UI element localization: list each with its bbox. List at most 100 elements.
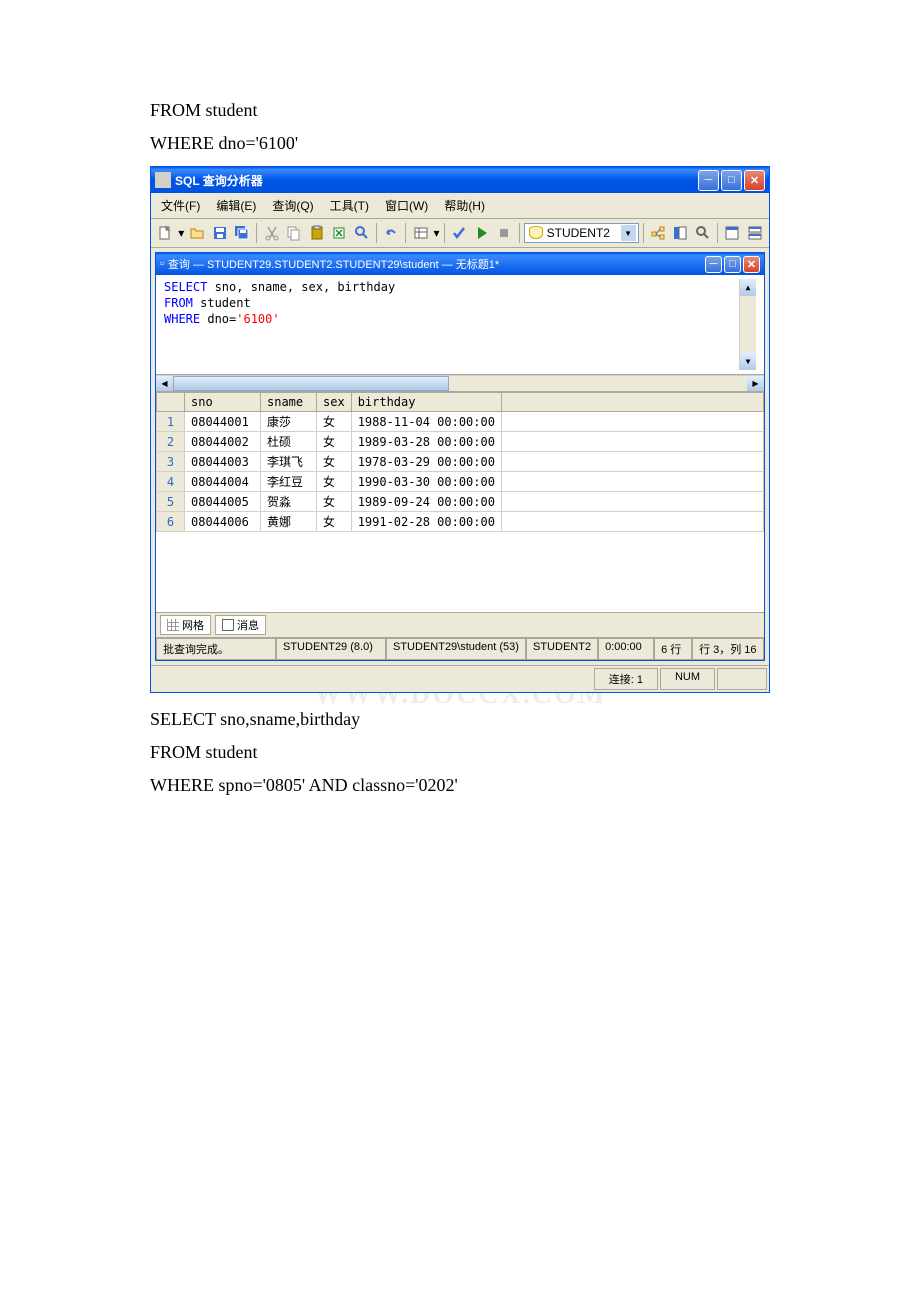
col-header-sname[interactable]: sname — [261, 393, 317, 412]
show-results-button[interactable] — [745, 222, 766, 244]
menu-file[interactable]: 文件(F) — [155, 195, 206, 216]
estimated-plan-button[interactable] — [648, 222, 669, 244]
toolbar: ▾ ▾ STUDENT2 ▼ — [151, 219, 769, 248]
parse-button[interactable] — [449, 222, 470, 244]
menu-help[interactable]: 帮助(H) — [438, 195, 491, 216]
execute-mode-dropdown[interactable]: ▾ — [433, 222, 440, 244]
cell-spacer — [501, 512, 763, 532]
cell-sno[interactable]: 08044002 — [185, 432, 261, 452]
scroll-up-button[interactable]: ▲ — [740, 279, 756, 296]
col-header-birthday[interactable]: birthday — [351, 393, 501, 412]
cell-sno[interactable]: 08044003 — [185, 452, 261, 472]
cell-sno[interactable]: 08044005 — [185, 492, 261, 512]
table-row[interactable]: 308044003李琪飞女1978-03-29 00:00:00 — [157, 452, 764, 472]
scroll-right-button[interactable]: ▶ — [747, 376, 764, 391]
row-number: 3 — [157, 452, 185, 472]
cell-sex[interactable]: 女 — [317, 412, 352, 432]
tab-messages[interactable]: 消息 — [215, 615, 266, 635]
cell-birthday[interactable]: 1978-03-29 00:00:00 — [351, 452, 501, 472]
cell-sname[interactable]: 李红豆 — [261, 472, 317, 492]
copy-button[interactable] — [284, 222, 305, 244]
status-numlock: NUM — [660, 668, 715, 690]
status-server: STUDENT29 (8.0) — [276, 638, 386, 660]
hscroll-thumb[interactable] — [173, 376, 449, 391]
cell-sex[interactable]: 女 — [317, 472, 352, 492]
stop-button[interactable] — [494, 222, 515, 244]
cell-sex[interactable]: 女 — [317, 492, 352, 512]
cell-sex[interactable]: 女 — [317, 432, 352, 452]
table-row[interactable]: 508044005贺淼女1989-09-24 00:00:00 — [157, 492, 764, 512]
cell-sname[interactable]: 康莎 — [261, 412, 317, 432]
new-query-dropdown[interactable]: ▾ — [178, 222, 185, 244]
save-button[interactable] — [209, 222, 230, 244]
database-selector[interactable]: STUDENT2 ▼ — [524, 223, 639, 243]
messages-icon — [222, 619, 234, 631]
status-user: STUDENT29\student (53) — [386, 638, 526, 660]
main-statusbar: 连接: 1 NUM — [151, 665, 769, 692]
close-button[interactable]: ✕ — [744, 170, 765, 191]
current-window-button[interactable] — [722, 222, 743, 244]
database-dropdown-arrow[interactable]: ▼ — [621, 225, 636, 241]
text-where-spno: WHERE spno='0805' AND classno='0202' — [150, 775, 770, 796]
text-from-student-2: FROM student — [150, 742, 770, 763]
find-button[interactable] — [351, 222, 372, 244]
execute-mode-button[interactable] — [410, 222, 431, 244]
cell-sex[interactable]: 女 — [317, 452, 352, 472]
text-where-dno: WHERE dno='6100' — [150, 133, 770, 154]
cell-spacer — [501, 472, 763, 492]
cell-birthday[interactable]: 1991-02-28 00:00:00 — [351, 512, 501, 532]
menu-tools[interactable]: 工具(T) — [324, 195, 375, 216]
menu-query[interactable]: 查询(Q) — [266, 195, 319, 216]
table-row[interactable]: 208044002杜硕女1989-03-28 00:00:00 — [157, 432, 764, 452]
object-search-button[interactable] — [693, 222, 714, 244]
cell-sno[interactable]: 08044006 — [185, 512, 261, 532]
col-header-sex[interactable]: sex — [317, 393, 352, 412]
row-header-blank — [157, 393, 185, 412]
inner-window-title: 查询 — STUDENT29.STUDENT2.STUDENT29\studen… — [168, 256, 705, 272]
cut-button[interactable] — [261, 222, 282, 244]
inner-titlebar[interactable]: ▫ 查询 — STUDENT29.STUDENT2.STUDENT29\stud… — [156, 253, 764, 275]
cell-sno[interactable]: 08044001 — [185, 412, 261, 432]
col-header-sno[interactable]: sno — [185, 393, 261, 412]
inner-minimize-button[interactable]: ─ — [705, 256, 722, 273]
cell-birthday[interactable]: 1989-09-24 00:00:00 — [351, 492, 501, 512]
menu-window[interactable]: 窗口(W) — [379, 195, 434, 216]
inner-maximize-button[interactable]: □ — [724, 256, 741, 273]
cell-spacer — [501, 492, 763, 512]
scroll-down-button[interactable]: ▼ — [740, 353, 756, 370]
tab-grid[interactable]: 网格 — [160, 615, 211, 635]
cell-sname[interactable]: 杜硕 — [261, 432, 317, 452]
sql-editor[interactable]: SELECT sno, sname, sex, birthday FROM st… — [156, 275, 764, 375]
inner-statusbar: 批查询完成。 STUDENT29 (8.0) STUDENT29\student… — [156, 637, 764, 660]
cell-sex[interactable]: 女 — [317, 512, 352, 532]
cell-sname[interactable]: 黄娜 — [261, 512, 317, 532]
scroll-left-button[interactable]: ◀ — [156, 376, 173, 391]
open-button[interactable] — [187, 222, 208, 244]
row-number: 1 — [157, 412, 185, 432]
undo-button[interactable] — [381, 222, 402, 244]
inner-close-button[interactable]: ✕ — [743, 256, 760, 273]
col-header-spacer — [501, 393, 763, 412]
paste-button[interactable] — [306, 222, 327, 244]
cell-birthday[interactable]: 1989-03-28 00:00:00 — [351, 432, 501, 452]
new-query-button[interactable] — [155, 222, 176, 244]
window-titlebar[interactable]: SQL 查询分析器 ─ □ ✕ — [151, 167, 769, 193]
cell-sno[interactable]: 08044004 — [185, 472, 261, 492]
table-row[interactable]: 408044004李红豆女1990-03-30 00:00:00 — [157, 472, 764, 492]
object-browser-button[interactable] — [670, 222, 691, 244]
execute-button[interactable] — [472, 222, 493, 244]
maximize-button[interactable]: □ — [721, 170, 742, 191]
cell-spacer — [501, 412, 763, 432]
minimize-button[interactable]: ─ — [698, 170, 719, 191]
cell-birthday[interactable]: 1988-11-04 00:00:00 — [351, 412, 501, 432]
editor-horizontal-scrollbar[interactable]: ◀ ▶ — [156, 375, 764, 392]
editor-vertical-scrollbar[interactable]: ▲ ▼ — [739, 279, 756, 370]
table-row[interactable]: 108044001康莎女1988-11-04 00:00:00 — [157, 412, 764, 432]
menu-edit[interactable]: 编辑(E) — [210, 195, 262, 216]
cell-birthday[interactable]: 1990-03-30 00:00:00 — [351, 472, 501, 492]
table-row[interactable]: 608044006黄娜女1991-02-28 00:00:00 — [157, 512, 764, 532]
save-all-button[interactable] — [232, 222, 253, 244]
clear-button[interactable] — [329, 222, 350, 244]
cell-sname[interactable]: 贺淼 — [261, 492, 317, 512]
cell-sname[interactable]: 李琪飞 — [261, 452, 317, 472]
